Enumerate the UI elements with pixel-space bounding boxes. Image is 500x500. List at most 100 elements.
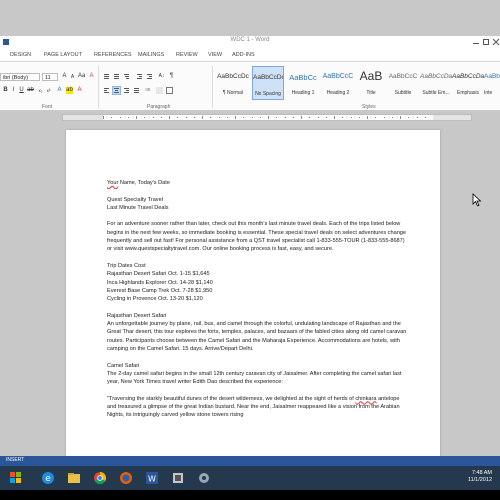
grow-font-icon[interactable]: A [61, 73, 68, 80]
tab-view[interactable]: VIEW [208, 52, 222, 58]
style-preview: AaBbCcDa [484, 73, 500, 80]
ruler-tick [103, 116, 104, 119]
style-title[interactable]: AaB Title [355, 66, 387, 100]
ruler-tick [243, 117, 245, 118]
sort-icon[interactable]: A↓ [158, 73, 165, 80]
clock-date: 11/1/2012 [467, 477, 492, 483]
style-label: Inte [484, 90, 493, 96]
ruler-tick [375, 117, 377, 118]
shading-icon[interactable] [156, 87, 163, 94]
tab-design[interactable]: DESIGN [10, 52, 31, 58]
firefox-icon[interactable] [116, 469, 136, 487]
style-subtitle[interactable]: AaBbCcC Subtitle [387, 66, 419, 100]
screen: WDC 1 - Word DESIGN PAGE LAYOUT REFERENC… [0, 0, 500, 466]
underline-icon[interactable]: U [18, 87, 25, 94]
numbering-icon[interactable] [113, 73, 120, 80]
app-icon[interactable] [168, 469, 188, 487]
paragraph-group-label: Paragraph [147, 104, 171, 110]
increase-indent-icon[interactable] [146, 73, 153, 80]
document-body[interactable]: Your Name, Today's Date Quest Specialty … [107, 179, 407, 420]
word-icon[interactable]: W [142, 469, 162, 487]
ruler-tick [317, 117, 319, 118]
tab-page-layout[interactable]: PAGE LAYOUT [44, 52, 82, 58]
justify-icon[interactable] [133, 87, 140, 94]
misspelled-word[interactable]: chinkara [355, 396, 376, 402]
font-size-box[interactable]: 11 [42, 73, 58, 81]
ruler-tick [400, 116, 401, 119]
style-preview: AaBbCcDa [420, 73, 452, 80]
ruler-tick [342, 117, 344, 118]
close-icon[interactable] [492, 38, 500, 46]
quote-text: "Traversing the starkly beautiful dunes … [107, 395, 356, 402]
align-right-icon[interactable] [123, 87, 130, 94]
ruler-tick [235, 116, 236, 119]
maximize-icon[interactable] [482, 38, 490, 46]
style-heading-1[interactable]: AaBbCc Heading 1 [287, 66, 319, 100]
style-normal[interactable]: AaBbCcDc ¶ Normal [217, 66, 249, 100]
section-heading: Camel Safari [107, 362, 140, 369]
strikethrough-icon[interactable]: ab [27, 87, 34, 94]
misspelled-word[interactable]: Your [107, 180, 118, 186]
style-intense[interactable]: AaBbCcDa Inte [484, 66, 500, 100]
font-color-icon[interactable]: A [76, 87, 83, 94]
show-formatting-icon[interactable]: ¶ [168, 73, 175, 80]
tab-add-ins[interactable]: ADD-INS [232, 52, 255, 58]
highlight-icon[interactable]: ab [66, 87, 73, 94]
text-effects-icon[interactable]: A [56, 87, 63, 94]
style-subtle-emphasis[interactable]: AaBbCcDa Subtle Em... [420, 66, 452, 100]
quote-paragraph: "Traversing the starkly beautiful dunes … [107, 395, 407, 420]
style-no-spacing[interactable]: AaBbCcDc No Spacing [252, 66, 284, 100]
system-clock[interactable]: 7:48 AM 11/1/2012 [468, 470, 492, 484]
superscript-icon[interactable]: x² [45, 87, 52, 94]
trip-row: Cycling in Provence Oct. 13-20 $1,120 [107, 296, 203, 303]
app-icon[interactable] [194, 469, 214, 487]
ruler-tick [177, 117, 179, 118]
minimize-icon[interactable] [472, 38, 480, 46]
status-text: INSERT [6, 457, 25, 463]
italic-icon[interactable]: I [10, 87, 17, 94]
trip-row: Rajasthan Desert Safari Oct. 1-15 $1,645 [107, 271, 210, 278]
ie-icon[interactable]: e [38, 469, 58, 487]
subscript-icon[interactable]: x₂ [37, 87, 44, 94]
start-icon[interactable] [6, 469, 26, 487]
status-bar: INSERT [0, 456, 500, 466]
header-line-rest: Name, Today's Date [118, 180, 170, 186]
tab-mailings[interactable]: MAILINGS [138, 52, 164, 58]
horizontal-ruler[interactable] [62, 114, 472, 121]
ruler-tick [136, 116, 137, 119]
align-center-icon[interactable] [112, 86, 121, 95]
chrome-icon[interactable] [90, 469, 110, 487]
style-heading-2[interactable]: AaBbCcC Heading 2 [322, 66, 354, 100]
borders-icon[interactable] [166, 87, 173, 94]
section-heading: Rajasthan Desert Safari [107, 312, 167, 319]
tab-references[interactable]: REFERENCES [94, 52, 132, 58]
style-preview: AaBbCc [289, 73, 317, 82]
align-left-icon[interactable] [103, 87, 110, 94]
clear-format-icon[interactable]: A [88, 73, 95, 80]
multilevel-list-icon[interactable] [123, 73, 130, 80]
explorer-icon[interactable] [64, 469, 84, 487]
style-label: Subtle Em... [422, 90, 450, 96]
font-name-box[interactable]: ibri (Body) [0, 73, 40, 81]
line-spacing-icon[interactable]: ↕≡ [144, 87, 151, 94]
ruler-tick [144, 117, 146, 118]
shrink-font-icon[interactable]: A [69, 74, 76, 81]
svg-text:e: e [45, 474, 51, 484]
document-page[interactable]: Your Name, Today's Date Quest Specialty … [66, 130, 440, 466]
style-emphasis[interactable]: AaBbCcDa Emphasis [452, 66, 484, 100]
ruler-tick [127, 117, 129, 118]
style-preview: AaB [359, 69, 383, 83]
trips-heading: Trip Dates Cost [107, 262, 146, 269]
ruler-tick [169, 116, 170, 119]
change-case-icon[interactable]: Aa [78, 73, 85, 80]
ruler-tick [367, 116, 368, 119]
ribbon: ibri (Body) 11 A A Aa A B I U ab x₂ x² A… [0, 62, 500, 111]
decrease-indent-icon[interactable] [136, 73, 143, 80]
ribbon-separator [212, 66, 213, 108]
bold-icon[interactable]: B [2, 87, 9, 94]
save-icon[interactable] [2, 38, 10, 46]
style-preview: AaBbCcDc [217, 73, 249, 80]
ruler-tick [416, 117, 418, 118]
bullets-icon[interactable] [103, 73, 110, 80]
tab-review[interactable]: REVIEW [176, 52, 198, 58]
